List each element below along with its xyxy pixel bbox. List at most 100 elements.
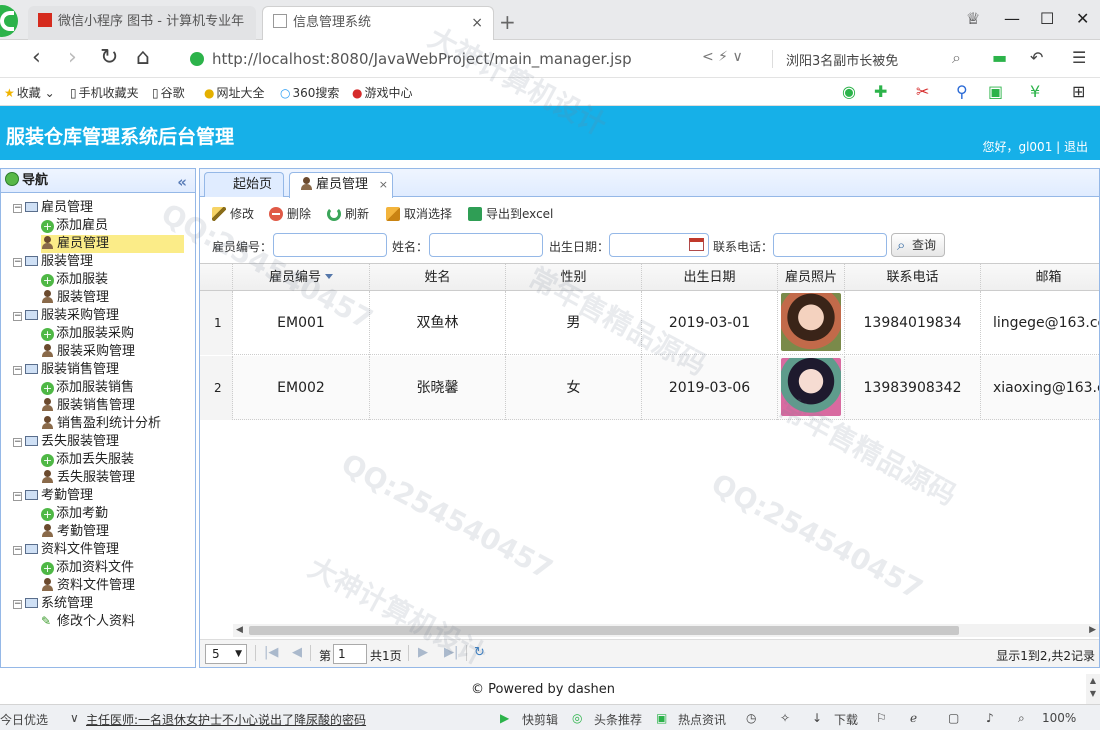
window-icon[interactable]: ▢ xyxy=(948,711,959,725)
phone-input[interactable] xyxy=(773,233,887,257)
bookmark-360search[interactable]: ○ 360搜索 xyxy=(280,84,339,101)
maximize-button[interactable]: ☐ xyxy=(1040,9,1054,28)
nav-group[interactable]: − 资料文件管理 xyxy=(13,541,119,559)
column-header-email[interactable]: 邮箱 xyxy=(981,264,1099,291)
status-headlines[interactable]: 头条推荐 xyxy=(594,711,642,728)
share-icon[interactable]: < ⚡ ∨ xyxy=(702,49,743,65)
nav-group[interactable]: − 丢失服装管理 xyxy=(13,433,119,451)
pin-icon[interactable]: ✧ xyxy=(780,711,790,725)
collapse-toggle-icon[interactable]: − xyxy=(13,438,22,447)
calendar-icon[interactable] xyxy=(689,238,704,251)
nav-group[interactable]: − 服装销售管理 xyxy=(13,361,119,379)
nav-item[interactable]: + 添加丢失服装 xyxy=(41,451,134,469)
collapse-toggle-icon[interactable]: − xyxy=(13,204,22,213)
zoom-icon[interactable]: ⌕ xyxy=(1018,711,1025,726)
column-header-birth[interactable]: 出生日期 xyxy=(642,264,778,291)
flag-icon[interactable]: ⚐ xyxy=(876,711,887,725)
unselect-button[interactable]: 取消选择 xyxy=(386,205,452,222)
nav-item[interactable]: + 添加服装销售 xyxy=(41,379,134,397)
scissors-icon[interactable]: ✂ xyxy=(916,82,929,101)
reload-button[interactable]: ↻ xyxy=(100,46,118,70)
nav-item[interactable]: + 添加服装采购 xyxy=(41,325,134,343)
nav-item[interactable]: + 添加资料文件 xyxy=(41,559,134,577)
chevron-icon[interactable]: ∨ xyxy=(70,711,79,725)
page-number-input[interactable]: 1 xyxy=(333,644,367,664)
column-header-sex[interactable]: 性别 xyxy=(506,264,642,291)
nav-item[interactable]: + 添加服装 xyxy=(41,271,108,289)
reload-page-icon[interactable]: ↻ xyxy=(474,645,485,660)
new-tab-button[interactable]: + xyxy=(499,10,516,34)
home-button[interactable]: ⌂ xyxy=(136,46,150,70)
table-row[interactable]: 1 EM001 双鱼林 男 2019-03-01 13984019834 lin… xyxy=(200,291,1099,355)
vertical-scrollbar[interactable]: ▲ ▼ xyxy=(1086,674,1100,704)
collapse-toggle-icon[interactable]: − xyxy=(13,366,22,375)
url-input[interactable]: http://localhost:8080/JavaWebProject/mai… xyxy=(190,45,760,73)
speed-icon[interactable]: ◷ xyxy=(746,711,756,725)
search-icon[interactable]: ⌕ xyxy=(952,48,961,68)
column-header-name[interactable]: 姓名 xyxy=(370,264,506,291)
first-page-icon[interactable]: |◀ xyxy=(264,645,278,660)
nav-item[interactable]: + 添加雇员 xyxy=(41,217,108,235)
collapse-toggle-icon[interactable]: − xyxy=(13,258,22,267)
collapse-toggle-icon[interactable]: − xyxy=(13,546,22,555)
status-headline[interactable]: 主任医师:一名退休女护士不小心说出了降尿酸的密码 xyxy=(86,711,366,728)
collapse-toggle-icon[interactable]: − xyxy=(13,312,22,321)
browser-tab-1[interactable]: 微信小程序 图书 - 计算机专业年 xyxy=(28,6,256,40)
battery-icon[interactable]: ▬ xyxy=(992,48,1007,67)
column-header-photo[interactable]: 雇员照片 xyxy=(778,264,845,291)
page-size-select[interactable]: 5 xyxy=(205,644,247,664)
nav-group[interactable]: − 服装管理 xyxy=(13,253,93,271)
wechat-icon[interactable]: ◉ xyxy=(842,82,856,101)
delete-button[interactable]: 删除 xyxy=(269,205,311,222)
collapse-icon[interactable]: « xyxy=(177,171,187,194)
nav-item[interactable]: 服装采购管理 xyxy=(41,343,135,361)
table-row[interactable]: 2 EM002 张晓馨 女 2019-03-06 13983908342 xia… xyxy=(200,356,1099,420)
column-header-emp-no[interactable]: 雇员编号 xyxy=(233,264,370,291)
column-header-phone[interactable]: 联系电话 xyxy=(845,264,981,291)
bookmark-games[interactable]: ● 游戏中心 xyxy=(352,84,413,101)
bookmark-nav[interactable]: ● 网址大全 xyxy=(204,84,265,101)
zoom-level[interactable]: 100% xyxy=(1042,711,1076,725)
apps-icon[interactable]: ⊞ xyxy=(1072,82,1085,101)
collapse-toggle-icon[interactable]: − xyxy=(13,492,22,501)
gamepad-icon[interactable]: ▣ xyxy=(988,82,1003,101)
nav-item[interactable]: 服装销售管理 xyxy=(41,397,135,415)
scroll-left-icon[interactable]: ◀ xyxy=(236,624,243,637)
yen-icon[interactable]: ¥ xyxy=(1030,82,1040,101)
refresh-button[interactable]: 刷新 xyxy=(327,205,369,222)
tab-close-icon[interactable]: × xyxy=(471,7,483,39)
forward-button[interactable]: › xyxy=(68,46,77,70)
nav-item[interactable]: 资料文件管理 xyxy=(41,577,135,595)
bookmark-google[interactable]: ▯ 谷歌 xyxy=(152,84,185,101)
nav-item[interactable]: 雇员管理 xyxy=(41,235,184,253)
translate-icon[interactable]: ✚ xyxy=(874,82,887,101)
nav-group[interactable]: − 雇员管理 xyxy=(13,199,93,217)
tab-close-icon[interactable]: × xyxy=(379,173,388,196)
back-button[interactable]: ‹ xyxy=(32,46,41,70)
skin-icon[interactable]: ♕ xyxy=(966,9,980,28)
nav-item[interactable]: 考勤管理 xyxy=(41,523,109,541)
collapse-toggle-icon[interactable]: − xyxy=(13,600,22,609)
scroll-thumb[interactable] xyxy=(249,626,959,635)
name-input[interactable] xyxy=(429,233,543,257)
tab-employee-management[interactable]: 雇员管理 × xyxy=(289,172,393,198)
bookmark-favorites[interactable]: ★ 收藏 ⌄ xyxy=(4,84,55,101)
nav-item[interactable]: ✎ 修改个人资料 xyxy=(41,613,135,631)
news-ticker[interactable]: 浏阳3名副市长被免 xyxy=(786,50,898,69)
status-quick-cut[interactable]: 快剪辑 xyxy=(522,711,558,728)
bookmark-mobile[interactable]: ▯ 手机收藏夹 xyxy=(70,84,139,101)
prev-page-icon[interactable]: ◀ xyxy=(292,645,302,660)
browser-tab-2[interactable]: 信息管理系统 × xyxy=(262,6,494,40)
status-today[interactable]: 今日优选 xyxy=(0,711,48,728)
undo-icon[interactable]: ↶ xyxy=(1030,48,1043,67)
emp-no-input[interactable] xyxy=(273,233,387,257)
nav-item[interactable]: 销售盈利统计分析 xyxy=(41,415,161,433)
close-window-button[interactable]: ✕ xyxy=(1076,9,1089,28)
export-excel-button[interactable]: 导出到excel xyxy=(468,205,553,222)
minimize-button[interactable]: — xyxy=(1004,9,1020,28)
horizontal-scrollbar[interactable]: ◀ ▶ xyxy=(233,624,1099,637)
last-page-icon[interactable]: ▶| xyxy=(444,645,458,660)
sound-icon[interactable]: ♪ xyxy=(986,711,994,725)
edit-button[interactable]: 修改 xyxy=(212,205,254,222)
tab-home[interactable]: 起始页 xyxy=(204,172,284,197)
